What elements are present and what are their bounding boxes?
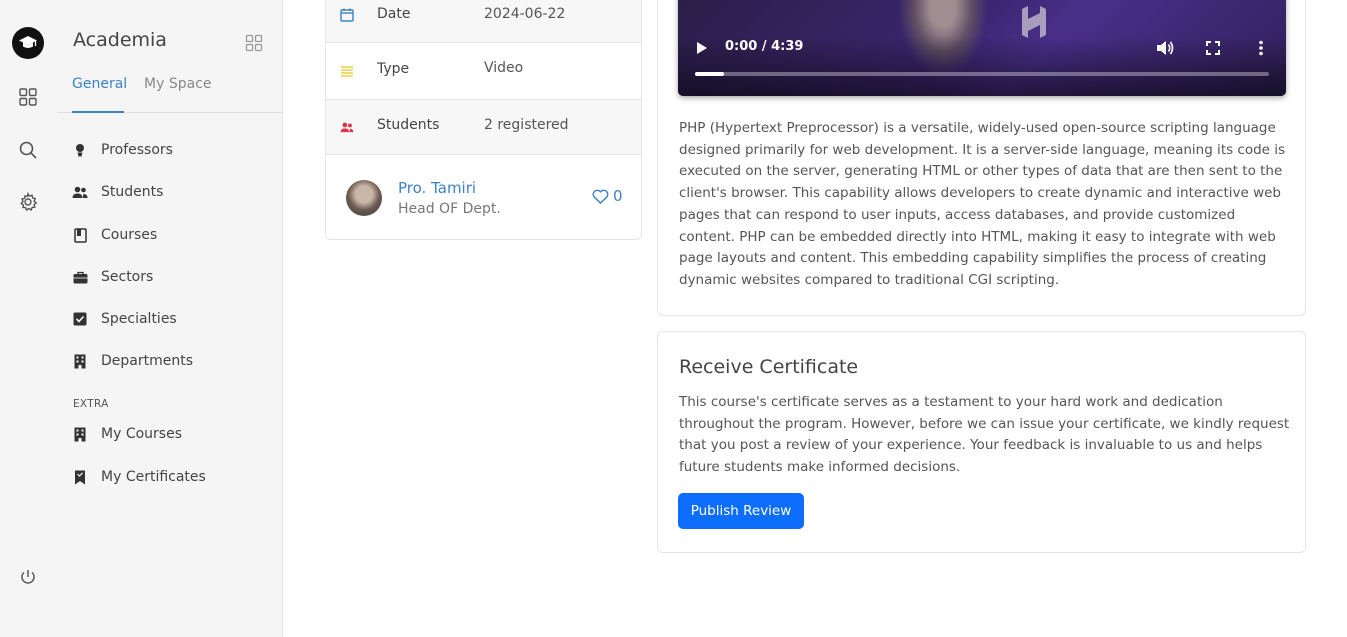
sidebar-item-students[interactable]: Students: [72, 184, 163, 200]
sidebar-menu: Academia General My Space Professors Stu…: [57, 0, 283, 637]
search-icon[interactable]: [17, 139, 39, 161]
video-progress-fill: [695, 72, 724, 76]
professor-row: Pro. Tamiri Head OF Dept. 0: [326, 155, 641, 239]
sidebar-item-label: My Courses: [101, 426, 182, 442]
sidebar-item-label: Sectors: [101, 269, 154, 285]
sidebar-item-specialties[interactable]: Specialties: [72, 311, 177, 327]
tab-general[interactable]: General: [72, 76, 127, 92]
sidebar-item-label: Courses: [101, 227, 158, 243]
info-row-date: Date 2024-06-22: [326, 0, 641, 43]
video-player[interactable]: 0:00 / 4:39: [678, 0, 1286, 96]
bookmark-icon: [72, 469, 88, 485]
icon-rail: [0, 0, 57, 637]
sidebar-tabs: General My Space: [57, 74, 283, 113]
heart-icon: [592, 189, 609, 204]
video-time: 0:00 / 4:39: [725, 39, 804, 54]
course-description-card: 0:00 / 4:39 PHP (Hypertext Preprocessor)…: [657, 0, 1306, 316]
users-icon: [338, 118, 356, 136]
sidebar-item-courses[interactable]: Courses: [72, 227, 157, 243]
users-icon: [72, 184, 88, 200]
info-label: Type: [377, 61, 410, 77]
sidebar-item-label: Professors: [101, 142, 173, 158]
building-icon: [72, 353, 88, 369]
sidebar-item-departments[interactable]: Departments: [72, 353, 193, 369]
like-count: 0: [613, 187, 623, 205]
certificate-title: Receive Certificate: [679, 356, 859, 378]
sidebar-item-label: My Certificates: [101, 469, 206, 485]
professor-role: Head OF Dept.: [398, 201, 501, 217]
video-progress-bar[interactable]: [695, 72, 1269, 76]
layout-grid-toggle-icon[interactable]: [245, 34, 265, 54]
sidebar-item-my-certificates[interactable]: My Certificates: [72, 469, 206, 485]
info-value: 2024-06-22: [484, 6, 566, 22]
book-icon: [72, 227, 88, 243]
course-info-card: Date 2024-06-22 Type Video Students 2 re…: [325, 0, 642, 240]
active-tab-indicator: [72, 111, 124, 113]
briefcase-icon: [72, 269, 88, 285]
app-brand-title: Academia: [73, 29, 167, 51]
play-icon[interactable]: [696, 41, 708, 55]
building-icon: [72, 426, 88, 442]
professor-avatar: [346, 180, 382, 216]
sidebar-item-label: Departments: [101, 353, 194, 369]
dashboard-grid-icon[interactable]: [17, 86, 39, 108]
video-watermark-logo-icon: [1022, 6, 1046, 38]
settings-gear-icon[interactable]: [17, 191, 39, 213]
professor-name-link[interactable]: Pro. Tamiri: [398, 179, 476, 197]
info-value: Video: [484, 60, 524, 76]
graduation-cap-logo-icon[interactable]: [12, 27, 44, 59]
sidebar-item-professors[interactable]: Professors: [72, 142, 173, 158]
course-description-text: PHP (Hypertext Preprocessor) is a versat…: [679, 120, 1286, 288]
sidebar-item-label: Specialties: [101, 311, 177, 327]
sidebar-item-label: Students: [101, 184, 164, 200]
calendar-icon: [338, 6, 356, 24]
volume-icon[interactable]: [1156, 40, 1174, 56]
professor-icon: [72, 142, 88, 158]
like-button[interactable]: 0: [592, 187, 623, 205]
checkbox-icon: [72, 311, 88, 327]
certificate-text: This course's certificate serves as a te…: [679, 394, 1290, 475]
info-label: Students: [377, 117, 440, 133]
more-options-icon[interactable]: [1258, 40, 1264, 56]
certificate-card: Receive Certificate This course's certif…: [657, 331, 1306, 553]
info-label: Date: [377, 6, 411, 22]
info-row-students: Students 2 registered: [326, 100, 641, 155]
tab-my-space[interactable]: My Space: [144, 76, 211, 92]
power-logout-icon[interactable]: [17, 566, 39, 588]
info-row-type: Type Video: [326, 43, 641, 100]
fullscreen-icon[interactable]: [1206, 41, 1220, 55]
sidebar-item-my-courses[interactable]: My Courses: [72, 426, 182, 442]
extra-section-label: EXTRA: [73, 398, 109, 410]
list-icon: [338, 62, 356, 80]
sidebar-item-sectors[interactable]: Sectors: [72, 269, 153, 285]
publish-review-button[interactable]: Publish Review: [678, 493, 804, 529]
info-value: 2 registered: [484, 117, 569, 133]
